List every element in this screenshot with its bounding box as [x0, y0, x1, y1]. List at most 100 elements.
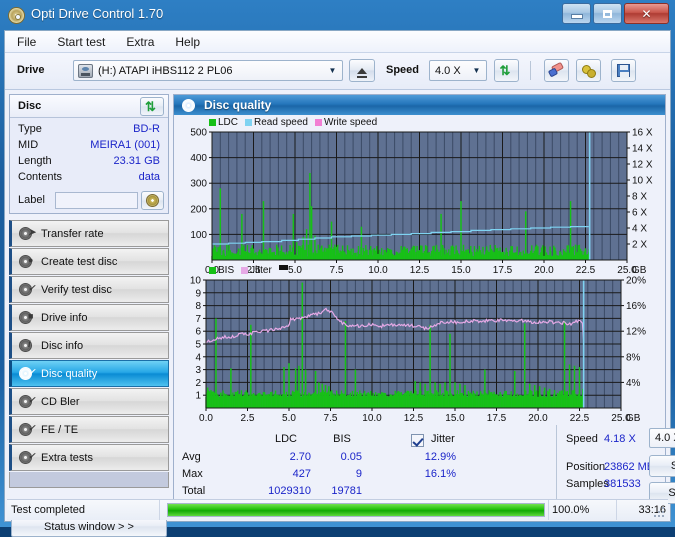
jitter-checkbox[interactable] — [411, 434, 424, 447]
stats-row-total-bis: 19781 — [331, 485, 362, 497]
sidebar-item-label: Transfer rate — [41, 227, 104, 240]
disc-label-input[interactable] — [55, 192, 138, 209]
sidebar-item-disc-info[interactable]: i Disc info — [9, 332, 169, 359]
chevron-down-icon: ▼ — [472, 66, 481, 75]
legend-item-bis: BIS — [209, 265, 234, 276]
sidebar-item-label: Create test disc — [41, 255, 118, 268]
svg-text:GB: GB — [626, 413, 641, 424]
disc-label-button[interactable] — [141, 191, 164, 210]
title-bar: Opti Drive Control 1.70 ✕ — [0, 0, 675, 30]
stats-row-avg-ldc: 2.70 — [289, 451, 311, 463]
svg-text:9: 9 — [195, 288, 201, 299]
disc-row-contents: Contents data — [10, 171, 168, 187]
window-title: Opti Drive Control 1.70 — [31, 6, 164, 21]
sidebar-item-create-test-disc[interactable]: ● Create test disc — [9, 248, 169, 275]
sidebar-item-transfer-rate[interactable]: ➤ Transfer rate — [9, 220, 169, 247]
svg-text:10: 10 — [190, 276, 202, 287]
maximize-button[interactable] — [593, 3, 622, 24]
menu-item-file[interactable]: File — [8, 33, 45, 51]
stats-row-avg-jitter: 12.9% — [424, 451, 456, 463]
menu-item-extra[interactable]: Extra — [117, 33, 163, 51]
left-panel: Disc ⇅ Type BD-R MID MEIRA1 (001) Length… — [9, 94, 169, 537]
svg-text:15.0: 15.0 — [451, 265, 471, 276]
sidebar-nav: ➤ Transfer rate ● Create test disc ✓ Ver… — [9, 220, 169, 488]
svg-text:10 X: 10 X — [632, 176, 653, 187]
menu-bar: File Start test Extra Help — [5, 31, 670, 53]
status-text: Test completed — [11, 504, 85, 516]
save-button[interactable] — [611, 59, 636, 82]
sidebar-item-disc-quality[interactable]: ✓ Disc quality — [9, 360, 169, 387]
svg-text:16%: 16% — [626, 301, 646, 312]
legend-item-ldc: LDC — [209, 117, 238, 128]
refresh-icon: ⇅ — [499, 62, 511, 78]
settings-button[interactable] — [576, 59, 601, 82]
svg-text:20.0: 20.0 — [528, 413, 548, 424]
speed-select[interactable]: 4.0 X ▼ — [429, 60, 487, 81]
sidebar-item-label: FE / TE — [41, 423, 79, 436]
svg-text:8: 8 — [195, 301, 201, 312]
toolbar: Drive (H:) ATAPI iHBS112 2 PL06 ▼ Speed … — [5, 53, 670, 90]
eject-button[interactable] — [349, 59, 375, 82]
test-speed-select[interactable]: 4.0 X ▼ — [649, 428, 675, 448]
svg-text:2 X: 2 X — [632, 240, 647, 251]
disc-row-length: Length 23.31 GB — [10, 155, 168, 171]
stats-row-avg-label: Avg — [182, 451, 201, 463]
stats-col-ldc: LDC — [274, 433, 297, 445]
refresh-button[interactable]: ⇅ — [494, 59, 519, 82]
minimize-button[interactable] — [562, 3, 591, 24]
close-button[interactable]: ✕ — [624, 3, 669, 24]
readout-speed-value: 4.18 X — [604, 433, 636, 445]
disc-label-key: Label — [18, 194, 45, 206]
progress-percent: 100.0% — [552, 504, 590, 516]
svg-text:12%: 12% — [626, 327, 646, 338]
sidebar-item-extra-tests[interactable]: ✓ Extra tests — [9, 444, 169, 471]
readout-samples-label: Samples — [566, 478, 609, 490]
disc-label-row: Label — [10, 190, 168, 212]
menu-item-help[interactable]: Help — [166, 33, 209, 51]
start-full-button[interactable]: Start full — [649, 455, 675, 477]
bis-jitter-chart: 1 2 3 45 6 7 8 910 4% 8% 12% 16% 20% 0.0 2.5 5.0 7.5 10.0… — [190, 276, 646, 424]
svg-text:6: 6 — [195, 327, 201, 338]
sidebar-item-drive-info[interactable]: ■ Drive info — [9, 304, 169, 331]
disc-row-mid-key: MID — [18, 139, 39, 151]
legend-item-read-speed: Read speed — [245, 117, 308, 128]
disc-row-type-value: BD-R — [133, 123, 160, 135]
disc-info-header: Disc ⇅ — [10, 95, 168, 118]
svg-text:17.5: 17.5 — [487, 413, 507, 424]
sidebar-item-verify-test-disc[interactable]: ✓ Verify test disc — [9, 276, 169, 303]
disc-row-mid-value: MEIRA1 (001) — [90, 139, 160, 151]
svg-text:3: 3 — [195, 365, 201, 376]
client-area: File Start test Extra Help Drive (H:) AT… — [4, 30, 675, 537]
sidebar-item-label: Disc quality — [41, 367, 98, 380]
disc-row-contents-value: data — [138, 171, 160, 183]
stats-row-max-jitter: 16.1% — [424, 468, 456, 480]
drive-icon — [78, 64, 93, 78]
disc-icon — [146, 194, 159, 207]
chart2-legend: BIS Jitter — [209, 265, 288, 276]
svg-text:10.0: 10.0 — [362, 413, 382, 424]
disc-quality-icon — [182, 98, 195, 112]
stats-row-avg-bis: 0.05 — [340, 451, 362, 463]
disc-refresh-button[interactable]: ⇅ — [140, 97, 164, 116]
ldc-read-speed-chart: 100 200 300 400 500 2 X 4 X 6 X 8 X 10 X 12 X 14 X 1… — [190, 128, 653, 276]
disc-bler-icon: ✓ — [19, 394, 36, 409]
svg-text:12.5: 12.5 — [404, 413, 424, 424]
svg-text:8%: 8% — [626, 352, 641, 363]
toolbar-separator — [530, 61, 531, 80]
sidebar-item-cd-bler[interactable]: ✓ CD Bler — [9, 388, 169, 415]
erase-button[interactable] — [544, 59, 569, 82]
disc-transfer-icon: ➤ — [19, 226, 36, 241]
svg-text:GB: GB — [632, 265, 647, 276]
chart1-legend: LDC Read speed Write speed — [209, 117, 384, 128]
eject-icon — [357, 67, 367, 78]
svg-text:300: 300 — [190, 179, 207, 190]
svg-text:22.5: 22.5 — [570, 413, 590, 424]
svg-text:4%: 4% — [626, 378, 641, 389]
disc-extra-icon: ✓ — [19, 450, 36, 465]
app-disc-icon — [8, 7, 25, 24]
resize-grip[interactable] — [654, 507, 666, 519]
readout-speed-label: Speed — [566, 433, 598, 445]
menu-item-start-test[interactable]: Start test — [48, 33, 114, 51]
drive-select[interactable]: (H:) ATAPI iHBS112 2 PL06 ▼ — [73, 60, 343, 81]
sidebar-item-fe-te[interactable]: ✓ FE / TE — [9, 416, 169, 443]
